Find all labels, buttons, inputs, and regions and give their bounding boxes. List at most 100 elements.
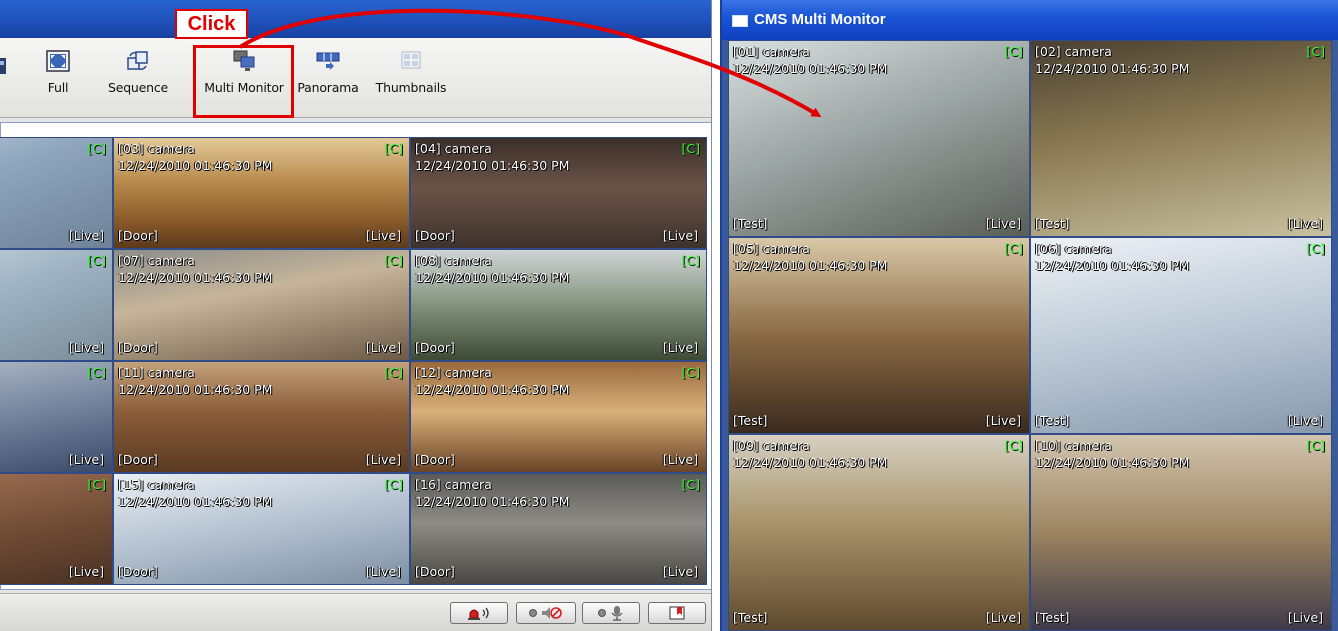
camera-name-label: [07] camera <box>118 253 195 268</box>
left-camera-tile[interactable]: [08] camera 12/24/2010 01:46:30 PM [C] [Doo… <box>410 249 707 361</box>
camera-group-tag: [Door] <box>415 340 455 355</box>
camera-name-label: [15] camera <box>118 477 195 492</box>
right-camera-tile[interactable]: [01] camera 12/24/2010 01:46:30 PM [C] [Tes… <box>728 40 1030 237</box>
right-camera-tile[interactable]: [05] camera 12/24/2010 01:46:30 PM [C] [Tes… <box>728 237 1030 434</box>
left-camera-tile[interactable]: [07] camera 12/24/2010 01:46:30 PM [C] [Doo… <box>113 249 410 361</box>
bookmark-button[interactable] <box>648 602 706 624</box>
left-camera-tile[interactable]: [03] camera 12/24/2010 01:46:30 PM [C] [Doo… <box>113 137 410 249</box>
record-flag: [C] <box>384 253 403 268</box>
camera-group-tag: [Door] <box>415 452 455 467</box>
live-mode-tag: [Live] <box>365 564 401 579</box>
camera-timestamp: 12/24/2010 01:46:30 PM <box>118 158 273 173</box>
sequence-button[interactable]: Sequence <box>102 50 174 114</box>
record-flag: [C] <box>1306 438 1325 453</box>
alarm-siren-icon <box>468 607 489 620</box>
camera-timestamp: 12/24/2010 01:46:30 PM <box>118 382 273 397</box>
thumbnails-button[interactable]: Thumbnails <box>372 50 450 114</box>
camera-name-label: [06] camera <box>1035 241 1112 256</box>
left-camera-tile[interactable]: [C] [Live] <box>0 137 113 249</box>
live-mode-tag: [Live] <box>1287 610 1323 625</box>
live-mode-tag: [Live] <box>68 340 104 355</box>
full-button[interactable]: Full <box>36 50 80 114</box>
camera-group-tag: [Test] <box>1035 216 1070 231</box>
right-camera-tile[interactable]: [09] camera 12/24/2010 01:46:30 PM [C] [Tes… <box>728 434 1030 631</box>
fullscreen-icon <box>46 50 70 72</box>
microphone-icon <box>611 606 623 621</box>
left-camera-tile[interactable]: [C] [Live] <box>0 473 113 585</box>
camera-timestamp: 12/24/2010 01:46:30 PM <box>733 258 888 273</box>
panorama-label: Panorama <box>297 80 359 95</box>
camera-group-tag: [Door] <box>118 564 158 579</box>
record-flag: [C] <box>681 141 700 156</box>
multi-monitor-window: CMS Multi Monitor [01] camera 12/24/2010 … <box>720 0 1338 631</box>
camera-name-label: [01] camera <box>733 44 810 59</box>
camera-name-label: [09] camera <box>733 438 810 453</box>
live-mode-tag: [Live] <box>985 216 1021 231</box>
click-callout: Click <box>175 9 248 39</box>
right-camera-tile[interactable]: [02] camera 12/24/2010 01:46:30 PM [C] [Tes… <box>1030 40 1332 237</box>
highlight-box <box>193 45 294 118</box>
camera-name-label: [03] camera <box>118 141 195 156</box>
camera-group-tag: [Test] <box>1035 413 1070 428</box>
record-flag: [C] <box>87 253 106 268</box>
camera-timestamp: 12/24/2010 01:46:30 PM <box>733 455 888 470</box>
record-flag: [C] <box>384 365 403 380</box>
sequence-label: Sequence <box>107 80 169 95</box>
video-grid: [C] [Live] [03] camera 12/24/2010 01:46:30 … <box>0 137 707 585</box>
camera-group-tag: [Test] <box>733 610 768 625</box>
camera-group-tag: [Test] <box>733 216 768 231</box>
window-icon <box>732 15 748 27</box>
live-mode-tag: [Live] <box>365 452 401 467</box>
record-flag: [C] <box>1004 241 1023 256</box>
camera-timestamp: 12/24/2010 01:46:30 PM <box>1035 455 1190 470</box>
live-mode-tag: [Live] <box>365 340 401 355</box>
left-camera-tile[interactable]: [15] camera 12/24/2010 01:46:30 PM [C] [Doo… <box>113 473 410 585</box>
camera-name-label: [08] camera <box>415 253 492 268</box>
record-flag: [C] <box>1306 44 1325 59</box>
record-flag: [C] <box>384 141 403 156</box>
camera-name-label: [16] camera <box>415 477 492 492</box>
right-camera-tile[interactable]: [06] camera 12/24/2010 01:46:30 PM [C] [Tes… <box>1030 237 1332 434</box>
record-flag: [C] <box>681 253 700 268</box>
left-camera-tile[interactable]: [16] camera 12/24/2010 01:46:30 PM [C] [Doo… <box>410 473 707 585</box>
sequence-icon <box>127 51 148 70</box>
layout-icon <box>0 58 6 74</box>
camera-timestamp: 12/24/2010 01:46:30 PM <box>415 158 570 173</box>
live-mode-tag: [Live] <box>985 610 1021 625</box>
left-camera-tile[interactable]: [C] [Live] <box>0 249 113 361</box>
camera-timestamp: 12/24/2010 01:46:30 PM <box>733 61 888 76</box>
camera-timestamp: 12/24/2010 01:46:30 PM <box>415 270 570 285</box>
live-mode-tag: [Live] <box>365 228 401 243</box>
camera-name-label: [04] camera <box>415 141 492 156</box>
live-mode-tag: [Live] <box>662 340 698 355</box>
microphone-button[interactable] <box>582 602 640 624</box>
camera-name-label: [12] camera <box>415 365 492 380</box>
live-mode-tag: [Live] <box>1287 216 1323 231</box>
live-mode-tag: [Live] <box>68 452 104 467</box>
status-dot-icon <box>529 609 537 617</box>
status-control-bar <box>0 593 711 631</box>
thumbnails-icon <box>401 51 421 69</box>
record-flag: [C] <box>681 365 700 380</box>
camera-group-tag: [Door] <box>118 228 158 243</box>
left-camera-tile[interactable]: [04] camera 12/24/2010 01:46:30 PM [C] [Doo… <box>410 137 707 249</box>
status-dot-icon <box>598 609 606 617</box>
multi-monitor-titlebar[interactable]: CMS Multi Monitor <box>722 0 1338 40</box>
multi-monitor-grid: [01] camera 12/24/2010 01:46:30 PM [C] [Tes… <box>728 40 1336 631</box>
speaker-button[interactable] <box>516 602 576 624</box>
view-toolbar: Full Sequence Multi Monitor Panorama Thu… <box>0 38 711 118</box>
right-camera-tile[interactable]: [10] camera 12/24/2010 01:46:30 PM [C] [Tes… <box>1030 434 1332 631</box>
alarm-button[interactable] <box>450 602 508 624</box>
multi-monitor-title: CMS Multi Monitor <box>754 11 886 28</box>
panorama-button[interactable]: Panorama <box>293 50 363 114</box>
left-camera-tile[interactable]: [11] camera 12/24/2010 01:46:30 PM [C] [Doo… <box>113 361 410 473</box>
vms-main-window: Full Sequence Multi Monitor Panorama Thu… <box>0 0 712 631</box>
camera-timestamp: 12/24/2010 01:46:30 PM <box>415 382 570 397</box>
camera-group-tag: [Door] <box>118 340 158 355</box>
camera-group-tag: [Door] <box>118 452 158 467</box>
camera-timestamp: 12/24/2010 01:46:30 PM <box>118 270 273 285</box>
record-flag: [C] <box>1306 241 1325 256</box>
left-camera-tile[interactable]: [C] [Live] <box>0 361 113 473</box>
live-mode-tag: [Live] <box>68 228 104 243</box>
left-camera-tile[interactable]: [12] camera 12/24/2010 01:46:30 PM [C] [Doo… <box>410 361 707 473</box>
